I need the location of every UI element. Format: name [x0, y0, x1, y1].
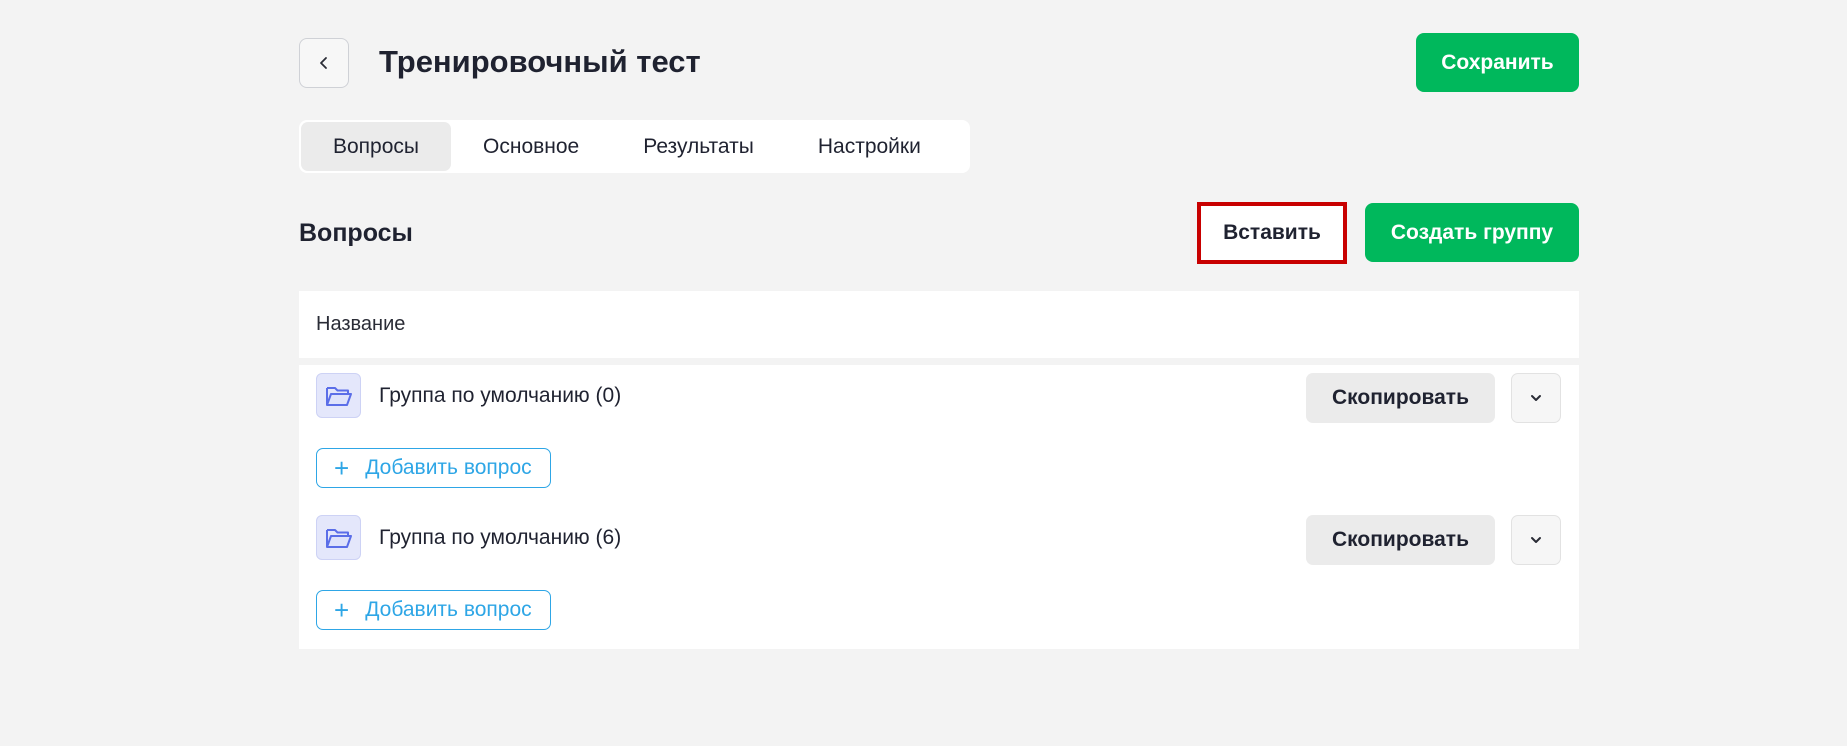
copy-group-button[interactable]: Скопировать [1306, 373, 1495, 423]
plus-icon: + [334, 595, 350, 625]
chevron-down-icon [1531, 537, 1541, 543]
copy-group-button[interactable]: Скопировать [1306, 515, 1495, 565]
section-title: Вопросы [299, 219, 413, 247]
group-row: Группа по умолчанию (6) Скопировать [299, 515, 1579, 567]
folder-open-icon [316, 373, 361, 418]
expand-group-button[interactable] [1511, 373, 1561, 423]
folder-open-icon [316, 515, 361, 560]
table-header: Название [299, 291, 1579, 358]
add-question-button[interactable]: + Добавить вопрос [316, 590, 551, 630]
save-button[interactable]: Сохранить [1416, 33, 1579, 92]
group-row: Группа по умолчанию (0) Скопировать [299, 373, 1579, 425]
paste-button[interactable]: Вставить [1197, 202, 1347, 264]
group-name: Группа по умолчанию (0) [379, 384, 622, 407]
back-button[interactable] [299, 38, 349, 88]
chevron-down-icon [1531, 395, 1541, 401]
plus-icon: + [334, 453, 350, 483]
group-name: Группа по умолчанию (6) [379, 526, 622, 549]
chevron-left-icon [320, 57, 327, 69]
add-question-label: Добавить вопрос [365, 598, 532, 621]
page-title: Тренировочный тест [379, 44, 701, 79]
add-question-label: Добавить вопрос [365, 456, 532, 479]
tab-general[interactable]: Основное [451, 122, 611, 171]
expand-group-button[interactable] [1511, 515, 1561, 565]
tab-settings[interactable]: Настройки [786, 122, 953, 171]
groups-list: Группа по умолчанию (0) Скопировать + До… [299, 365, 1579, 649]
column-header-name: Название [316, 313, 406, 335]
tab-results[interactable]: Результаты [611, 122, 786, 171]
add-question-button[interactable]: + Добавить вопрос [316, 448, 551, 488]
tab-questions[interactable]: Вопросы [301, 122, 452, 171]
tab-bar: Вопросы Основное Результаты Настройки [299, 120, 970, 173]
create-group-button[interactable]: Создать группу [1365, 203, 1579, 262]
